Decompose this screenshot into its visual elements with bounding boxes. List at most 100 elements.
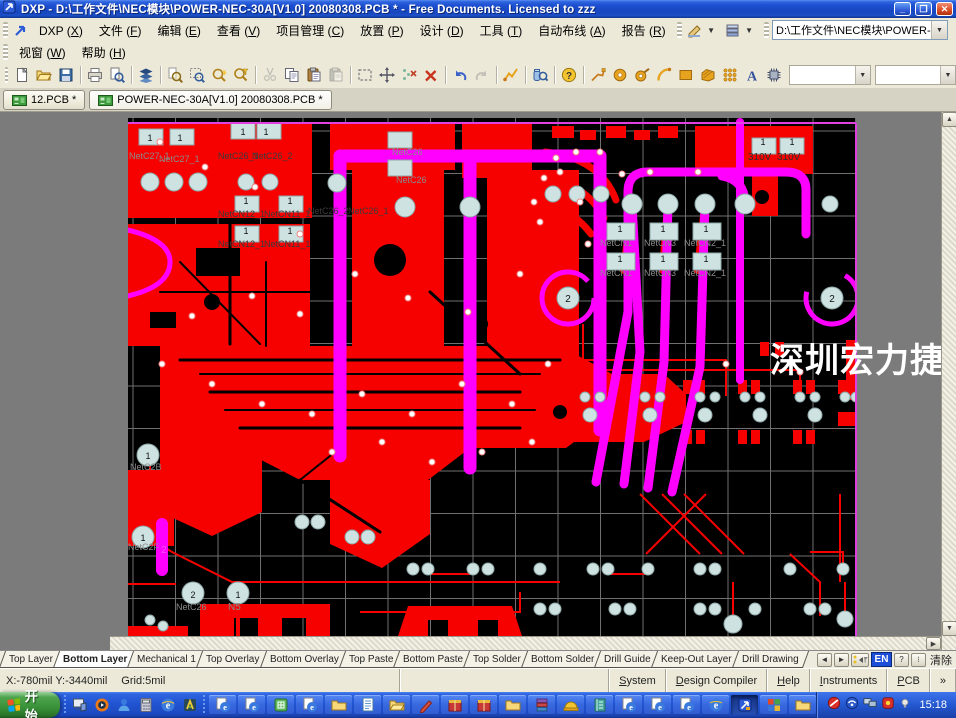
redo-button[interactable] — [471, 64, 493, 86]
taskbar-window-button-ie-page[interactable]: e — [209, 695, 236, 715]
move-selection-button[interactable] — [376, 64, 398, 86]
pcb-editor-canvas[interactable]: NetC27_1NetC27_1NetC26_1NetC26_2NetC26Ne… — [0, 112, 956, 650]
statusbar-panel-button[interactable]: Instruments — [810, 669, 887, 692]
document-options-button[interactable]: ▼ — [723, 21, 755, 39]
scroll-right-icon[interactable]: ▶ — [926, 637, 941, 650]
statusbar-panel-button[interactable]: Help — [767, 669, 810, 692]
tray-lamp-gray-icon[interactable] — [899, 696, 911, 714]
layer-tab-bottom-overlay[interactable]: Bottom Overlay — [260, 651, 349, 668]
quicklaunch-calculator-icon[interactable] — [136, 696, 155, 715]
taskbar-window-button-folder[interactable] — [325, 695, 352, 715]
menu-item[interactable]: 工具 (T) — [472, 22, 531, 40]
taskbar-window-button-notebook[interactable] — [586, 695, 613, 715]
tray-downloader-blue-icon[interactable] — [845, 696, 859, 715]
vertical-scrollbar[interactable]: ▲ ▼ — [941, 112, 956, 650]
tray-monitor-red-icon[interactable] — [881, 696, 895, 715]
taskbar-window-button-package[interactable] — [470, 695, 497, 715]
paste-button[interactable] — [303, 64, 325, 86]
cut-button[interactable] — [259, 64, 281, 86]
document-tab[interactable]: 12.PCB * — [3, 90, 85, 110]
ime-options-icon[interactable]: ⁝ — [911, 653, 926, 667]
horizontal-scrollbar[interactable]: ▶ — [110, 636, 941, 650]
toolbar-grip[interactable] — [5, 67, 8, 83]
taskbar-window-button-ie-page[interactable]: e — [296, 695, 323, 715]
utility-tools-button[interactable]: ▼ — [685, 21, 717, 39]
menu-item[interactable]: 帮助 (H) — [74, 44, 134, 62]
toolbar-grip[interactable] — [677, 22, 682, 38]
place-polygon-button[interactable] — [697, 64, 719, 86]
copy-button[interactable] — [281, 64, 303, 86]
undo-button[interactable] — [449, 64, 471, 86]
place-pad-button[interactable] — [609, 64, 631, 86]
menu-item[interactable]: 查看 (V) — [209, 22, 268, 40]
quicklaunch-internet-explorer-icon[interactable]: e — [158, 696, 177, 715]
layer-scroll-left-button[interactable]: ◄ — [817, 653, 832, 667]
combo-dropdown-icon[interactable]: ▼ — [931, 21, 947, 39]
close-button[interactable]: ✕ — [936, 2, 953, 16]
taskbar-window-button-pen-red[interactable] — [412, 695, 439, 715]
select-area-button[interactable] — [354, 64, 376, 86]
taskbar-window-button-app-green[interactable] — [267, 695, 294, 715]
scroll-down-icon[interactable]: ▼ — [942, 621, 956, 636]
language-bar-badge[interactable]: EN — [871, 652, 892, 667]
tray-network-computers-icon[interactable] — [863, 696, 877, 715]
taskbar-window-button-ie-page[interactable]: e — [644, 695, 671, 715]
layer-filter-icon[interactable] — [851, 653, 869, 667]
minimize-button[interactable]: _ — [894, 2, 911, 16]
browse-layers-button[interactable] — [135, 64, 157, 86]
statusbar-panel-button[interactable]: Design Compiler — [666, 669, 767, 692]
taskbar-window-button-ie-page[interactable]: e — [673, 695, 700, 715]
filter-objects-button[interactable] — [529, 64, 551, 86]
taskbar-window-button-winrar[interactable] — [528, 695, 555, 715]
taskbar-window-button-folder[interactable] — [499, 695, 526, 715]
menu-item[interactable]: 文件 (F) — [91, 22, 150, 40]
toolbar-grip[interactable] — [3, 44, 8, 60]
place-line-button[interactable] — [587, 64, 609, 86]
restore-button[interactable]: ❐ — [915, 2, 932, 16]
print-button[interactable] — [84, 64, 106, 86]
menu-item[interactable]: 编辑 (E) — [150, 22, 209, 40]
zoom-area-button[interactable] — [186, 64, 208, 86]
quicklaunch-winamp-icon[interactable] — [180, 696, 199, 715]
new-document-button[interactable] — [11, 64, 33, 86]
clear-marks-button[interactable] — [420, 64, 442, 86]
layer-tab-bottom-layer[interactable]: Bottom Layer — [53, 651, 138, 668]
layer-tab-keep-out-layer[interactable]: Keep-Out Layer — [651, 651, 742, 668]
dxp-menu-icon[interactable] — [11, 20, 31, 40]
toolbar-grip[interactable] — [3, 22, 8, 38]
taskbar-window-button-doc-blue[interactable] — [354, 695, 381, 715]
print-preview-button[interactable] — [106, 64, 128, 86]
statusbar-panel-button[interactable]: System — [609, 669, 666, 692]
quicklaunch-messenger-icon[interactable] — [114, 696, 133, 715]
place-arc-button[interactable] — [653, 64, 675, 86]
interactive-wire-button[interactable] — [500, 64, 522, 86]
statusbar-panel-button[interactable]: » — [930, 669, 956, 692]
taskbar-window-button-ie-page[interactable]: e — [615, 695, 642, 715]
place-via-button[interactable] — [631, 64, 653, 86]
paste-array-button[interactable] — [325, 64, 347, 86]
menu-item[interactable]: 设计 (D) — [412, 22, 472, 40]
menu-item[interactable]: 自动布线 (A) — [530, 22, 613, 40]
menu-item[interactable]: DXP (X) — [31, 22, 91, 40]
save-document-button[interactable] — [55, 64, 77, 86]
deselect-all-button[interactable] — [398, 64, 420, 86]
quicklaunch-show-desktop-icon[interactable] — [70, 696, 89, 715]
menu-item[interactable]: 项目管理 (C) — [268, 22, 352, 40]
zoom-document-button[interactable] — [164, 64, 186, 86]
taskbar-window-button-folder-open[interactable] — [383, 695, 410, 715]
layer-tab-drill-drawing[interactable]: Drill Drawing — [731, 651, 808, 668]
place-array-button[interactable] — [719, 64, 741, 86]
zoom-in-button[interactable] — [208, 64, 230, 86]
taskbar-window-button-media-app[interactable] — [760, 695, 787, 715]
layer-tab-mechanical-1[interactable]: Mechanical 1 — [127, 651, 206, 668]
statusbar-panel-button[interactable]: PCB — [887, 669, 930, 692]
open-document-button[interactable] — [33, 64, 55, 86]
place-fill-button[interactable] — [675, 64, 697, 86]
menu-item[interactable]: 视窗 (W) — [11, 44, 74, 62]
layer-tab-bottom-paste[interactable]: Bottom Paste — [393, 651, 473, 668]
file-path-combo[interactable]: D:\工作文件\NEC模块\POWER-NEC-3 ▼ — [772, 20, 948, 40]
ime-help-button[interactable]: ? — [894, 653, 909, 667]
scroll-up-icon[interactable]: ▲ — [942, 112, 956, 127]
menu-item[interactable]: 报告 (R) — [614, 22, 674, 40]
taskbar-window-button-dxp[interactable] — [731, 695, 758, 715]
